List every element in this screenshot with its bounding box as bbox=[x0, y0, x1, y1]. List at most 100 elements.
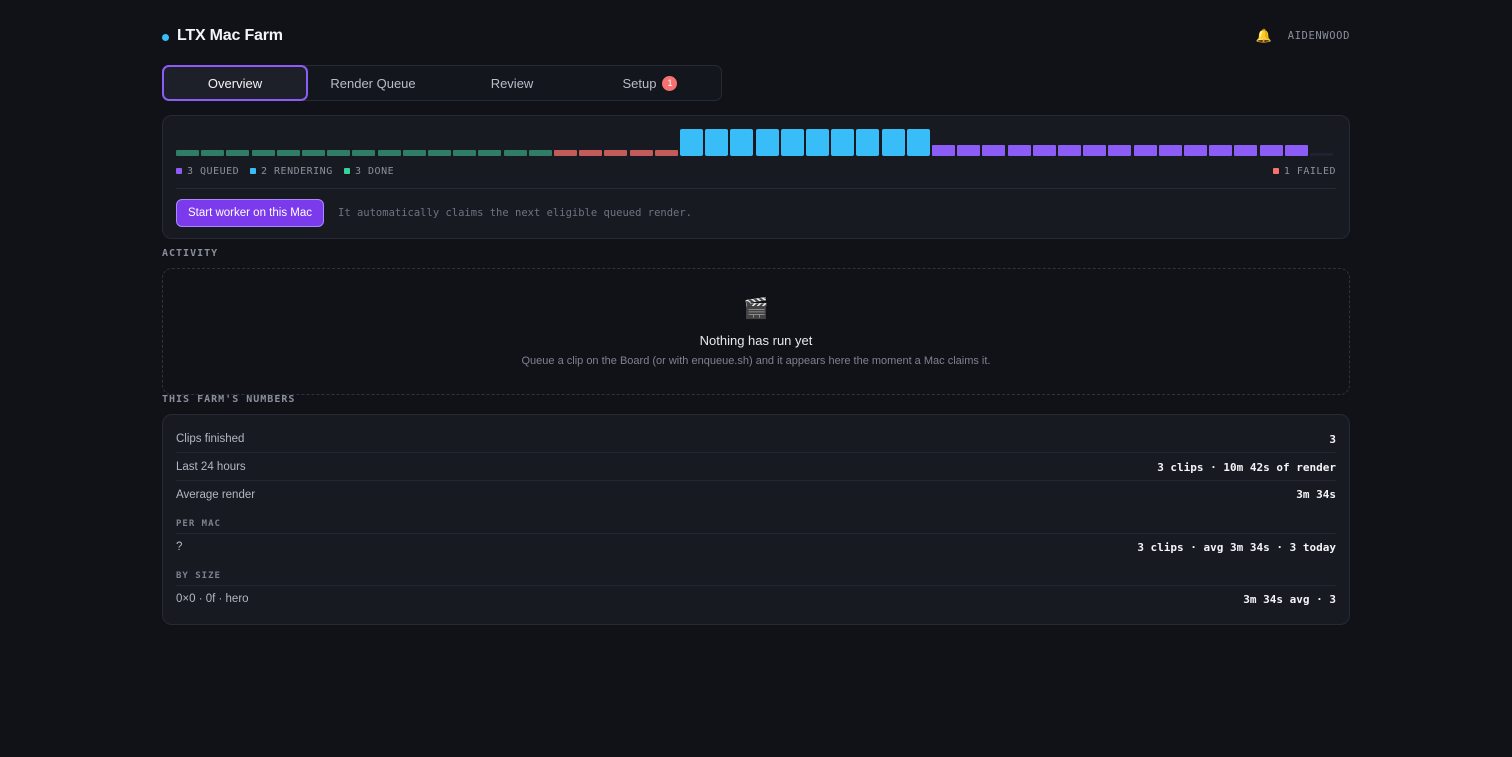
queued-swatch bbox=[176, 168, 182, 174]
stat-label: ? bbox=[176, 541, 183, 553]
stat-value: 3 bbox=[1329, 432, 1336, 446]
by-size-row: 0×0 · 0f · hero 3m 34s avg · 3 bbox=[176, 585, 1336, 612]
timeline-block-rendering bbox=[780, 129, 804, 156]
stat-label: 0×0 · 0f · hero bbox=[176, 593, 249, 605]
timeline-block-done bbox=[453, 150, 477, 156]
timeline-block-rendering bbox=[730, 129, 754, 156]
stat-label: Last 24 hours bbox=[176, 461, 246, 473]
by-size-heading: BY SIZE bbox=[176, 571, 221, 581]
timeline-block-done bbox=[503, 150, 527, 156]
timeline-block-queued bbox=[932, 145, 955, 156]
stat-label: Average render bbox=[176, 488, 256, 501]
timeline-block-queued bbox=[1234, 145, 1258, 156]
app-title: LTX Mac Farm bbox=[177, 27, 283, 44]
timeline-block-rendering bbox=[881, 129, 905, 156]
tab-render-queue[interactable]: Render Queue bbox=[303, 66, 443, 100]
bell-icon[interactable]: 🔔 bbox=[1256, 28, 1272, 44]
timeline-block-queued bbox=[1058, 145, 1081, 156]
timeline-block-rendering bbox=[680, 129, 703, 156]
stat-row-last-24h: Last 24 hours 3 clips · 10m 42s of rende… bbox=[176, 454, 1336, 481]
legend-rendering-text: 2 RENDERING bbox=[261, 165, 333, 177]
per-mac-row: ? 3 clips · avg 3m 34s · 3 today bbox=[176, 533, 1336, 560]
timeline-block-done bbox=[478, 150, 502, 156]
numbers-card: Clips finished 3 Last 24 hours 3 clips ·… bbox=[162, 414, 1350, 625]
timeline-block-failed bbox=[654, 150, 678, 156]
timeline-block-done bbox=[327, 150, 351, 156]
legend-queued: 3 QUEUED bbox=[176, 165, 239, 177]
timeline-block-done bbox=[176, 150, 199, 156]
worker-hint: It automatically claims the next eligibl… bbox=[338, 207, 693, 219]
timeline-block-rendering bbox=[705, 129, 729, 156]
timeline-block-done bbox=[251, 150, 275, 156]
per-mac-heading: PER MAC bbox=[176, 519, 221, 529]
timeline-block-queued bbox=[1284, 145, 1308, 156]
timeline-block-queued bbox=[957, 145, 981, 156]
timeline-block-queued bbox=[1083, 145, 1107, 156]
legend-done-text: 3 DONE bbox=[355, 165, 395, 177]
timeline-block-failed bbox=[629, 150, 653, 156]
timeline-block-queued bbox=[1184, 145, 1207, 156]
failed-swatch bbox=[1272, 168, 1279, 174]
timeline-block-rendering bbox=[856, 129, 880, 156]
timeline-block-failed bbox=[579, 150, 603, 156]
timeline-block-rendering bbox=[906, 129, 930, 156]
tab-overview[interactable]: Overview bbox=[162, 65, 308, 101]
timeline-block-done bbox=[226, 150, 250, 156]
setup-badge: 1 bbox=[662, 75, 678, 91]
tab-label: Overview bbox=[207, 75, 263, 91]
start-worker-button[interactable]: Start worker on this Mac bbox=[176, 199, 324, 227]
stat-value: 3 clips · 10m 42s of render bbox=[1157, 460, 1336, 474]
tab-label: Setup bbox=[622, 75, 657, 91]
timeline-block-done bbox=[402, 150, 426, 156]
timeline-block-rendering bbox=[831, 129, 855, 156]
rendering-swatch bbox=[250, 168, 256, 174]
legend-failed: 1 FAILED bbox=[1272, 165, 1336, 177]
activity-heading: ACTIVITY bbox=[162, 248, 219, 259]
done-swatch bbox=[344, 168, 350, 174]
activity-empty-state: 🎬 Nothing has run yet Queue a clip on th… bbox=[162, 268, 1350, 395]
overview-card: 3 QUEUED 2 RENDERING 3 DONE 1 FAILED Sta… bbox=[162, 115, 1350, 239]
timeline-block-done bbox=[528, 150, 552, 156]
legend-queued-text: 3 QUEUED bbox=[187, 165, 240, 177]
timeline-block-queued bbox=[982, 145, 1006, 156]
stat-row-average-render: Average render 3m 34s bbox=[176, 481, 1336, 508]
empty-subtitle: Queue a clip on the Board (or with enque… bbox=[521, 355, 991, 367]
legend-failed-text: 1 FAILED bbox=[1283, 165, 1336, 177]
tab-setup[interactable]: Setup 1 bbox=[580, 66, 720, 100]
clapperboard-icon: 🎬 bbox=[743, 298, 769, 320]
timeline-block-queued bbox=[1158, 145, 1182, 156]
timeline-block-done bbox=[276, 150, 300, 156]
timeline-block-rendering bbox=[755, 129, 779, 156]
stat-label: Clips finished bbox=[176, 433, 245, 445]
empty-title: Nothing has run yet bbox=[699, 333, 813, 348]
legend-rendering: 2 RENDERING bbox=[250, 165, 333, 177]
timeline-block-done bbox=[302, 150, 325, 156]
timeline-block-failed bbox=[554, 150, 577, 156]
tab-label: Review bbox=[490, 75, 534, 91]
timeline-block-done bbox=[352, 150, 376, 156]
stat-value: 3m 34s avg · 3 bbox=[1243, 592, 1336, 606]
timeline-block-queued bbox=[1209, 145, 1233, 156]
timeline-block-done bbox=[428, 150, 451, 156]
timeline-block-queued bbox=[1259, 145, 1283, 156]
status-dot bbox=[162, 34, 169, 41]
username[interactable]: AIDENWOOD bbox=[1288, 30, 1350, 42]
stat-row-clips-finished: Clips finished 3 bbox=[176, 426, 1336, 453]
timeline-block-failed bbox=[604, 150, 628, 156]
render-timeline bbox=[176, 129, 1336, 156]
stat-value: 3 clips · avg 3m 34s · 3 today bbox=[1137, 540, 1336, 554]
timeline-block-queued bbox=[1032, 145, 1056, 156]
timeline-block-empty bbox=[1310, 153, 1333, 156]
timeline-block-rendering bbox=[806, 129, 829, 156]
timeline-block-queued bbox=[1108, 145, 1132, 156]
tab-label: Render Queue bbox=[330, 75, 416, 91]
numbers-heading: THIS FARM'S NUMBERS bbox=[162, 394, 296, 405]
divider bbox=[176, 188, 1336, 189]
timeline-block-queued bbox=[1133, 145, 1157, 156]
stat-value: 3m 34s bbox=[1296, 488, 1336, 501]
tab-bar: Overview Render Queue Review Setup 1 bbox=[162, 65, 722, 101]
timeline-block-done bbox=[377, 150, 401, 156]
tab-review[interactable]: Review bbox=[442, 66, 582, 100]
timeline-block-queued bbox=[1007, 145, 1031, 156]
header: LTX Mac Farm 🔔 AIDENWOOD bbox=[162, 26, 1350, 48]
